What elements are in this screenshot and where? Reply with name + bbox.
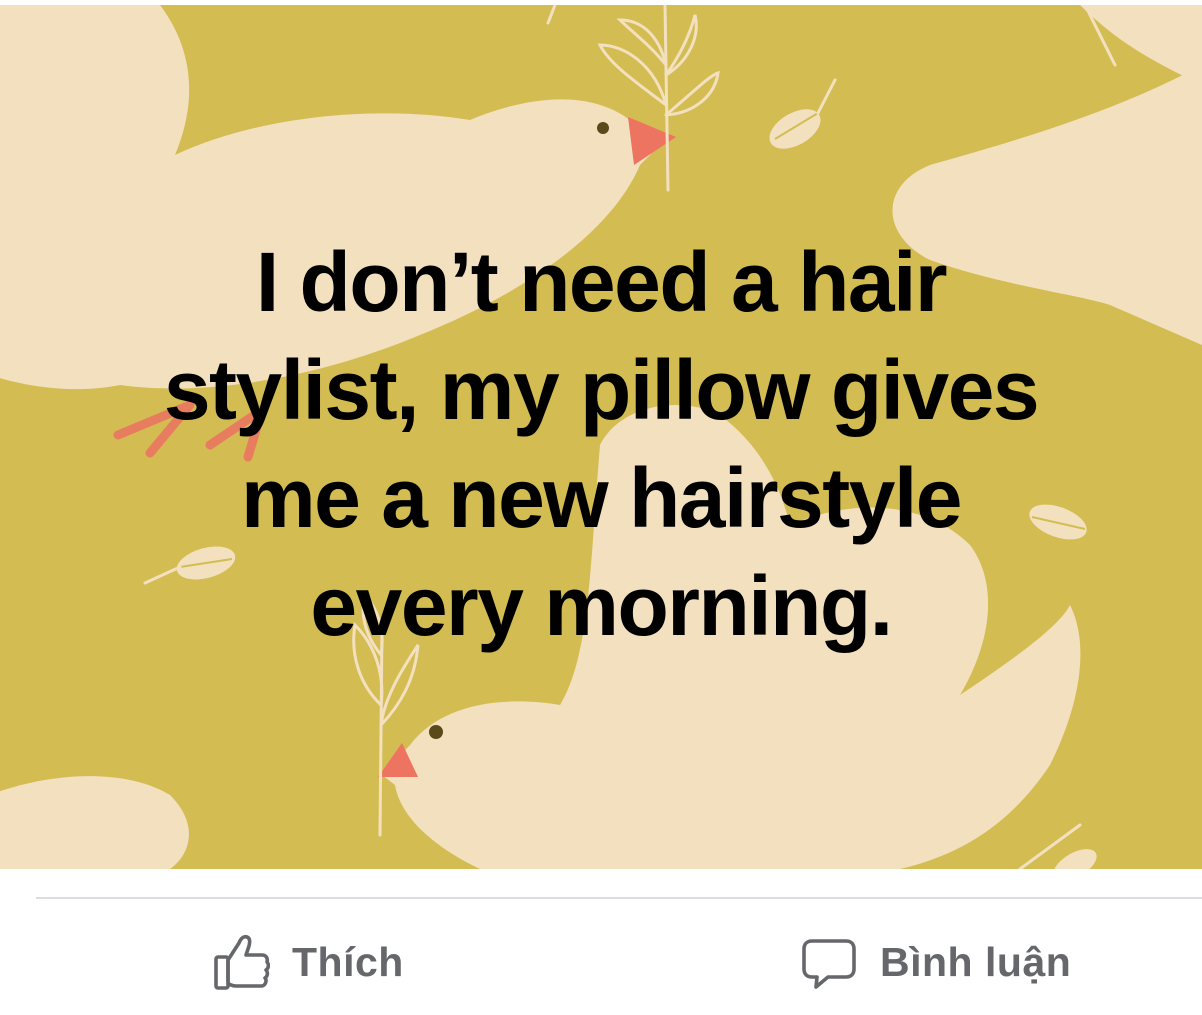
post-text-line: I don’t need a hair xyxy=(255,235,948,329)
comment-button[interactable]: Bình luận xyxy=(800,915,1071,1010)
comment-label: Bình luận xyxy=(880,939,1072,985)
like-label: Thích xyxy=(292,939,404,985)
comment-bubble-icon xyxy=(802,938,856,989)
post-card: I don’t need a hair stylist, my pillow g… xyxy=(0,0,1202,1015)
action-bar-divider xyxy=(36,897,1202,899)
post-background-image[interactable]: I don’t need a hair stylist, my pillow g… xyxy=(0,5,1202,869)
post-text-line: me a new hairstyle xyxy=(240,451,963,545)
post-status-text: I don’t need a hair stylist, my pillow g… xyxy=(60,228,1142,660)
thumbs-up-icon xyxy=(214,934,270,990)
post-text-line: stylist, my pillow gives xyxy=(163,343,1040,437)
like-button[interactable]: Thích xyxy=(212,915,404,1010)
post-text-line: every morning. xyxy=(310,559,893,653)
post-action-bar: Thích Bình luận xyxy=(0,915,1202,1010)
